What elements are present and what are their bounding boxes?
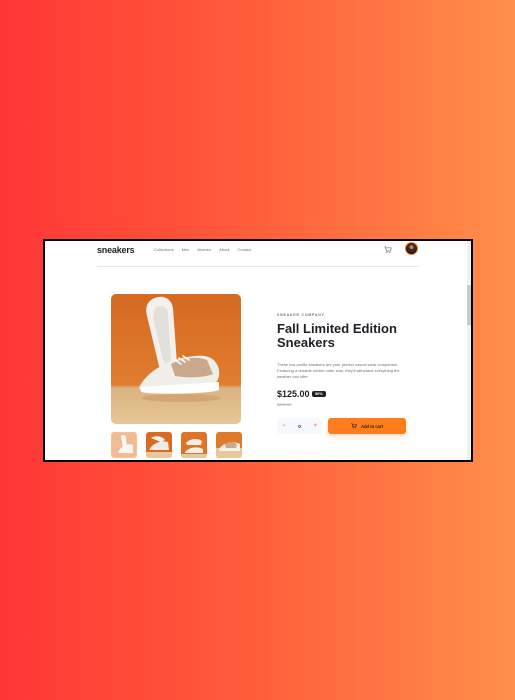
scrollbar-thumb[interactable] (467, 285, 471, 325)
original-price: $250.00 (277, 402, 292, 407)
user-avatar[interactable] (405, 242, 418, 255)
current-price: $125.00 (277, 389, 310, 399)
nav-link-collections[interactable]: Collections (154, 247, 174, 252)
quantity-value: 0 (298, 423, 301, 429)
quantity-stepper: − 0 + (277, 418, 322, 434)
discount-badge: 50% (312, 391, 326, 397)
thumbnail-3[interactable] (181, 432, 207, 458)
nav-link-women[interactable]: Women (197, 247, 211, 252)
thumbnail-strip (111, 432, 242, 458)
product-description: These low-profile sneakers are your perf… (277, 362, 400, 379)
product-title: Fall Limited Edition Sneakers (277, 321, 397, 350)
thumbnail-2[interactable] (146, 432, 172, 458)
add-to-cart-button[interactable]: Add to cart (328, 418, 406, 434)
thumbnail-1[interactable] (111, 432, 137, 458)
nav-divider (97, 266, 419, 267)
nav-links: Collections Men Women About Contact (154, 247, 251, 252)
top-nav: sneakers Collections Men Women About Con… (45, 241, 471, 267)
nav-link-men[interactable]: Men (182, 247, 190, 252)
cart-icon (351, 423, 357, 429)
decrease-quantity-button[interactable]: − (282, 423, 286, 429)
thumbnail-4[interactable] (216, 432, 242, 458)
company-label: SNEAKER COMPANY (277, 313, 325, 317)
page-scrollbar[interactable] (467, 241, 471, 460)
cart-icon[interactable] (384, 246, 392, 254)
add-to-cart-label: Add to cart (360, 423, 384, 429)
browser-frame: sneakers Collections Men Women About Con… (43, 239, 473, 462)
page-viewport: sneakers Collections Men Women About Con… (45, 241, 471, 460)
product-main-image[interactable] (111, 294, 241, 424)
nav-link-about[interactable]: About (219, 247, 229, 252)
nav-link-contact[interactable]: Contact (238, 247, 252, 252)
brand-logo[interactable]: sneakers (97, 245, 135, 255)
increase-quantity-button[interactable]: + (313, 423, 317, 429)
